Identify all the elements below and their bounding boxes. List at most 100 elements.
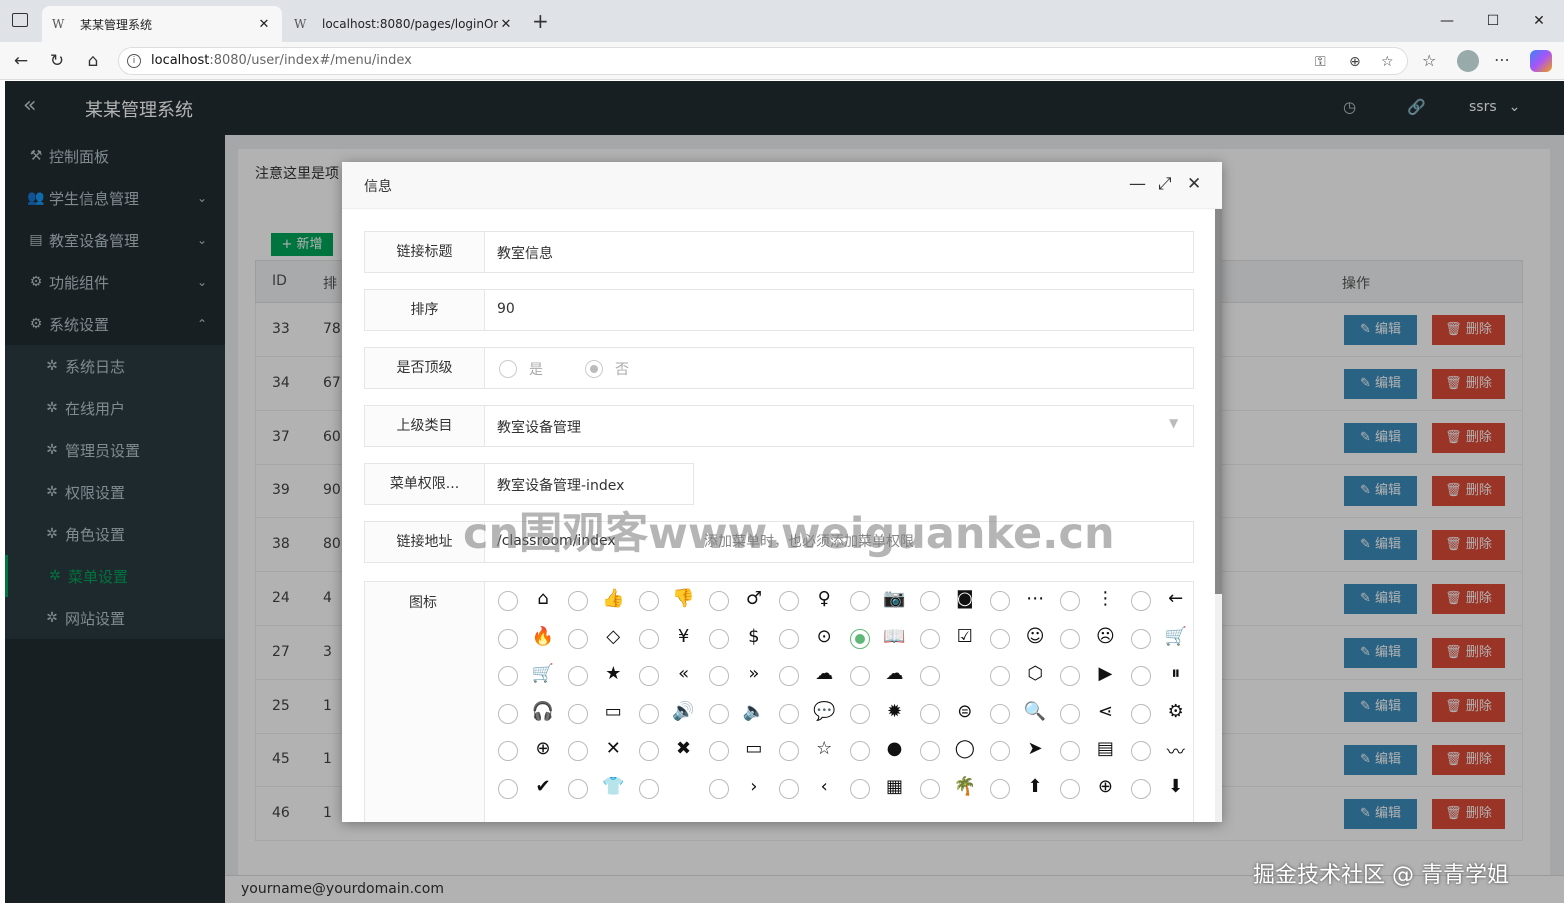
modal-scrollbar[interactable] (1215, 209, 1222, 822)
icon-radio[interactable] (849, 591, 870, 611)
favorites-icon[interactable]: ☆ (1422, 51, 1436, 70)
icon-option[interactable] (909, 657, 979, 694)
icon-radio[interactable] (1060, 628, 1081, 649)
icon-radio[interactable] (1060, 778, 1081, 799)
minimize-icon[interactable]: — (1424, 8, 1470, 34)
icon-option[interactable]: ☆ (768, 732, 838, 769)
icon-option[interactable]: ← (1120, 582, 1190, 619)
icon-option[interactable]: ♂ (698, 582, 768, 619)
icon-radio[interactable] (568, 628, 589, 649)
icon-option[interactable]: ▶ (1049, 657, 1119, 694)
icon-option[interactable]: ⋯ (979, 582, 1049, 619)
icon-option[interactable]: 👕 (557, 770, 627, 807)
icon-option[interactable]: 👍 (557, 582, 627, 619)
modal-minimize-icon[interactable]: — (1129, 174, 1146, 194)
icon-option[interactable]: ☺ (979, 620, 1049, 657)
icon-radio[interactable] (498, 666, 518, 686)
site-info-icon[interactable]: i (127, 54, 141, 68)
icon-radio[interactable] (498, 703, 518, 724)
icon-option[interactable]: ◙ (909, 582, 979, 619)
icon-radio[interactable] (779, 666, 800, 686)
icon-radio[interactable] (919, 703, 940, 724)
radio-yes[interactable] (499, 360, 517, 378)
icon-option[interactable]: ⌂ (487, 582, 557, 619)
zoom-icon[interactable]: ⊕ (1349, 54, 1361, 70)
permission-input[interactable]: 教室设备管理-index (497, 475, 624, 495)
icon-option[interactable]: ⏸ (1120, 657, 1190, 694)
icon-option[interactable]: ⬡ (979, 657, 1049, 694)
icon-option[interactable]: ⊕ (1049, 770, 1119, 807)
icon-option[interactable]: ◯ (909, 732, 979, 769)
modal-maximize-icon[interactable]: ⤢ (1158, 174, 1172, 194)
icon-option[interactable]: ▦ (839, 770, 909, 807)
scrollbar-thumb[interactable] (1215, 209, 1222, 594)
icon-radio[interactable] (919, 741, 940, 761)
tab-close-icon[interactable]: ✕ (256, 17, 272, 32)
icon-option[interactable]: 📖 (839, 620, 909, 657)
icon-option[interactable]: › (698, 770, 768, 807)
icon-radio[interactable] (498, 628, 518, 649)
icon-radio[interactable] (568, 741, 589, 761)
icon-radio[interactable] (498, 741, 518, 761)
icon-radio[interactable] (990, 741, 1011, 761)
icon-radio[interactable] (779, 703, 800, 724)
icon-radio[interactable] (638, 741, 659, 761)
icon-radio[interactable] (849, 741, 870, 761)
back-icon[interactable]: ← (8, 50, 34, 72)
icon-option[interactable]: 💬 (768, 695, 838, 732)
icon-radio[interactable] (568, 778, 589, 799)
icon-radio[interactable] (990, 628, 1011, 649)
icon-option[interactable]: ▤ (1049, 732, 1119, 769)
icon-radio[interactable] (849, 703, 870, 724)
icon-option[interactable]: ☁ (768, 657, 838, 694)
icon-radio[interactable] (638, 703, 659, 724)
icon-radio[interactable] (638, 591, 659, 611)
icon-option[interactable]: ⋖ (1049, 695, 1119, 732)
icon-radio[interactable] (708, 628, 729, 649)
icon-option[interactable]: ✹ (839, 695, 909, 732)
icon-option[interactable]: 🌴 (909, 770, 979, 807)
icon-option[interactable]: 🔊 (628, 695, 698, 732)
key-icon[interactable]: ⚿ (1315, 54, 1326, 70)
browser-tab[interactable]: W localhost:8080/pages/loginOrReg ✕ (284, 6, 524, 42)
favorite-star-icon[interactable]: ☆ (1381, 54, 1394, 70)
maximize-icon[interactable]: ☐ (1470, 8, 1516, 34)
icon-radio[interactable] (849, 778, 870, 799)
icon-option[interactable]: ⚙ (1120, 695, 1190, 732)
modal-close-icon[interactable]: ✕ (1187, 174, 1201, 194)
icon-radio[interactable] (638, 666, 659, 686)
icon-radio[interactable] (708, 666, 729, 686)
icon-option[interactable]: ⊕ (487, 732, 557, 769)
icon-radio[interactable] (638, 778, 659, 799)
icon-option[interactable]: 📷 (839, 582, 909, 619)
icon-option[interactable]: ‹ (768, 770, 838, 807)
icon-radio[interactable] (708, 703, 729, 724)
title-input[interactable]: 教室信息 (497, 243, 553, 263)
icon-option[interactable]: 〰 (1120, 732, 1190, 769)
icon-radio[interactable] (708, 741, 729, 761)
icon-radio[interactable] (1060, 741, 1081, 761)
icon-radio[interactable] (568, 703, 589, 724)
parent-select[interactable]: 教室设备管理 (497, 417, 581, 437)
icon-radio[interactable] (568, 666, 589, 686)
icon-radio[interactable] (1130, 703, 1151, 724)
icon-option[interactable]: ▭ (698, 732, 768, 769)
icon-radio[interactable] (990, 591, 1011, 611)
icon-option[interactable]: ⬇ (1120, 770, 1190, 807)
icon-option[interactable]: ▭ (557, 695, 627, 732)
icon-option[interactable]: ☑ (909, 620, 979, 657)
sort-input[interactable]: 90 (497, 301, 515, 317)
radio-no[interactable] (585, 360, 603, 378)
icon-option[interactable]: 🔈 (698, 695, 768, 732)
icon-radio[interactable] (779, 778, 800, 799)
icon-option[interactable]: ★ (557, 657, 627, 694)
profile-avatar[interactable] (1457, 50, 1479, 72)
icon-option[interactable]: 👎 (628, 582, 698, 619)
icon-radio[interactable] (638, 628, 659, 649)
icon-option[interactable]: 🎧 (487, 695, 557, 732)
icon-option[interactable]: $ (698, 620, 768, 657)
icon-radio[interactable] (1130, 666, 1151, 686)
icon-radio[interactable] (779, 741, 800, 761)
icon-option[interactable]: ☁ (839, 657, 909, 694)
icon-radio[interactable] (990, 778, 1011, 799)
